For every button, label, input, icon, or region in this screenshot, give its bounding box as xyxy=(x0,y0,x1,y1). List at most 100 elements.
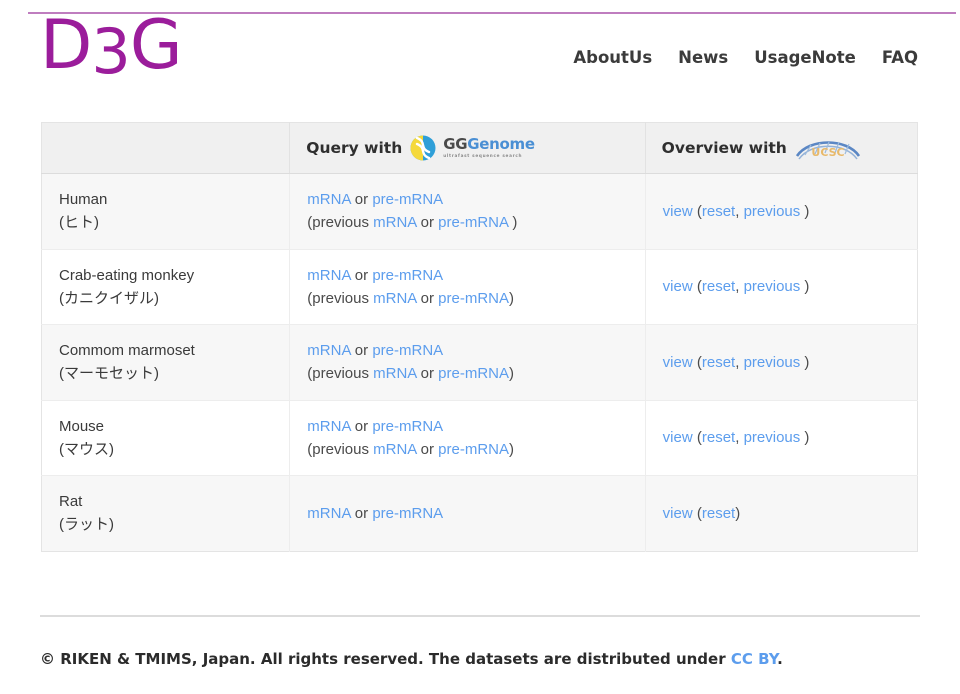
static-text: ( xyxy=(692,353,702,371)
site-logo-3: 3 xyxy=(91,15,130,88)
nav-item-faq[interactable]: FAQ xyxy=(882,48,918,67)
link-pre-mrna[interactable]: pre-mRNA xyxy=(438,441,509,458)
static-text: , xyxy=(735,429,744,447)
column-header-species xyxy=(41,122,291,174)
species-name-en: Mouse xyxy=(59,417,105,435)
overview-links: view (reset, previous ) xyxy=(663,426,900,449)
gggenome-logo: GGGenome ultrafast sequence search xyxy=(410,135,535,161)
static-text: or xyxy=(416,365,439,383)
link-mrna[interactable]: mRNA xyxy=(307,418,350,435)
link-view[interactable]: view xyxy=(663,278,693,295)
link-mrna[interactable]: mRNA xyxy=(373,214,416,231)
link-mrna[interactable]: mRNA xyxy=(307,342,350,359)
static-text: or xyxy=(350,191,373,208)
link-reset[interactable]: reset xyxy=(702,278,735,295)
overview-links: view (reset, previous ) xyxy=(663,351,900,374)
overview-cell: view (reset, previous ) xyxy=(645,173,918,250)
link-mrna[interactable]: mRNA xyxy=(373,290,416,307)
species-name-en: Commom marmoset xyxy=(59,342,195,359)
link-view[interactable]: view xyxy=(663,505,693,522)
species-name-ja: (マウス) xyxy=(59,440,114,458)
table-header: Query with GGGenome ultrafast sequence s… xyxy=(41,122,918,174)
species-table-container: Query with GGGenome ultrafast sequence s… xyxy=(41,122,918,552)
nav-item-news[interactable]: News xyxy=(678,48,728,67)
static-text: ) xyxy=(800,278,810,296)
species-name-ja: (ヒト) xyxy=(59,214,99,232)
query-line-previous: (previous mRNA or pre-mRNA) xyxy=(307,438,627,461)
link-mrna[interactable]: mRNA xyxy=(373,365,416,382)
svg-text:UCSC: UCSC xyxy=(811,146,844,159)
gggenome-word-secondary: Genome xyxy=(467,135,535,154)
link-pre-mrna[interactable]: pre-mRNA xyxy=(372,342,443,359)
nav-item-usagenote[interactable]: UsageNote xyxy=(754,48,856,67)
link-mrna[interactable]: mRNA xyxy=(373,441,416,458)
overview-cell: view (reset, previous ) xyxy=(645,249,918,325)
footer-text-before: © RIKEN & TMIMS, Japan. All rights reser… xyxy=(40,650,731,668)
query-line-previous: (previous mRNA or pre-mRNA ) xyxy=(307,211,627,234)
link-pre-mrna[interactable]: pre-mRNA xyxy=(372,505,443,522)
nav-item-aboutus[interactable]: AboutUs xyxy=(573,48,652,67)
link-previous[interactable]: previous xyxy=(744,354,801,371)
link-pre-mrna[interactable]: pre-mRNA xyxy=(438,290,509,307)
link-previous[interactable]: previous xyxy=(744,203,801,220)
static-text: ( xyxy=(692,202,702,220)
link-mrna[interactable]: mRNA xyxy=(307,191,350,208)
link-pre-mrna[interactable]: pre-mRNA xyxy=(372,191,443,208)
table-body: Human (ヒト) mRNA or pre-mRNA (previous mR… xyxy=(41,173,918,551)
query-line-previous: (previous mRNA or pre-mRNA) xyxy=(307,362,627,385)
gggenome-mark-icon xyxy=(410,135,436,161)
link-reset[interactable]: reset xyxy=(702,203,735,220)
static-text: ) xyxy=(800,353,810,371)
link-reset[interactable]: reset xyxy=(702,505,735,522)
static-text: (previous xyxy=(307,440,374,458)
page-root: D3G AboutUs News UsageNote FAQ Query wit… xyxy=(0,0,960,694)
species-cell: Crab-eating monkey (カニクイザル) xyxy=(41,249,291,325)
overview-cell: view (reset, previous ) xyxy=(645,400,918,476)
link-pre-mrna[interactable]: pre-mRNA xyxy=(372,267,443,284)
link-view[interactable]: view xyxy=(663,429,693,446)
static-text: or xyxy=(350,504,373,522)
static-text: ) xyxy=(800,429,810,447)
static-text: ) xyxy=(509,440,515,458)
static-text: ) xyxy=(735,504,741,522)
footer: © RIKEN & TMIMS, Japan. All rights reser… xyxy=(40,650,930,668)
column-header-query-label: Query with xyxy=(306,139,403,157)
link-mrna[interactable]: mRNA xyxy=(307,267,350,284)
static-text: or xyxy=(350,266,373,284)
static-text: , xyxy=(735,202,744,220)
link-previous[interactable]: previous xyxy=(744,278,801,295)
static-text: or xyxy=(416,214,439,232)
query-cell: mRNA or pre-mRNA (previous mRNA or pre-m… xyxy=(289,324,646,401)
species-cell: Human (ヒト) xyxy=(41,173,291,250)
cc-by-link[interactable]: CC BY xyxy=(731,650,777,668)
link-view[interactable]: view xyxy=(663,203,693,220)
static-text: ( xyxy=(692,504,702,522)
species-cell: Mouse (マウス) xyxy=(41,400,291,476)
static-text: ( xyxy=(692,429,702,447)
overview-links: view (reset, previous ) xyxy=(663,200,900,223)
static-text: or xyxy=(416,440,439,458)
species-name-en: Crab-eating monkey xyxy=(59,266,195,284)
link-mrna[interactable]: mRNA xyxy=(307,505,350,522)
link-pre-mrna[interactable]: pre-mRNA xyxy=(372,418,443,435)
species-table: Query with GGGenome ultrafast sequence s… xyxy=(41,122,918,552)
table-row: Commom marmoset (マーモセット) mRNA or pre-mRN… xyxy=(41,324,918,401)
link-view[interactable]: view xyxy=(663,354,693,371)
query-line-current: mRNA or pre-mRNA xyxy=(307,415,627,438)
query-line-current: mRNA or pre-mRNA xyxy=(307,339,627,362)
gggenome-word-primary: GG xyxy=(443,135,468,154)
link-previous[interactable]: previous xyxy=(744,429,801,446)
static-text: (previous xyxy=(307,289,374,307)
static-text: ) xyxy=(509,289,515,307)
overview-links: view (reset, previous ) xyxy=(663,275,900,298)
link-pre-mrna[interactable]: pre-mRNA xyxy=(438,365,509,382)
link-reset[interactable]: reset xyxy=(702,429,735,446)
static-text: or xyxy=(416,289,439,307)
table-row: Mouse (マウス) mRNA or pre-mRNA (previous m… xyxy=(41,400,918,476)
site-logo[interactable]: D3G xyxy=(40,12,183,83)
site-header: D3G AboutUs News UsageNote FAQ xyxy=(0,12,960,100)
ucsc-logo-icon: UCSC xyxy=(795,134,861,162)
link-reset[interactable]: reset xyxy=(702,354,735,371)
static-text: (previous xyxy=(307,365,374,383)
link-pre-mrna[interactable]: pre-mRNA xyxy=(438,214,508,231)
